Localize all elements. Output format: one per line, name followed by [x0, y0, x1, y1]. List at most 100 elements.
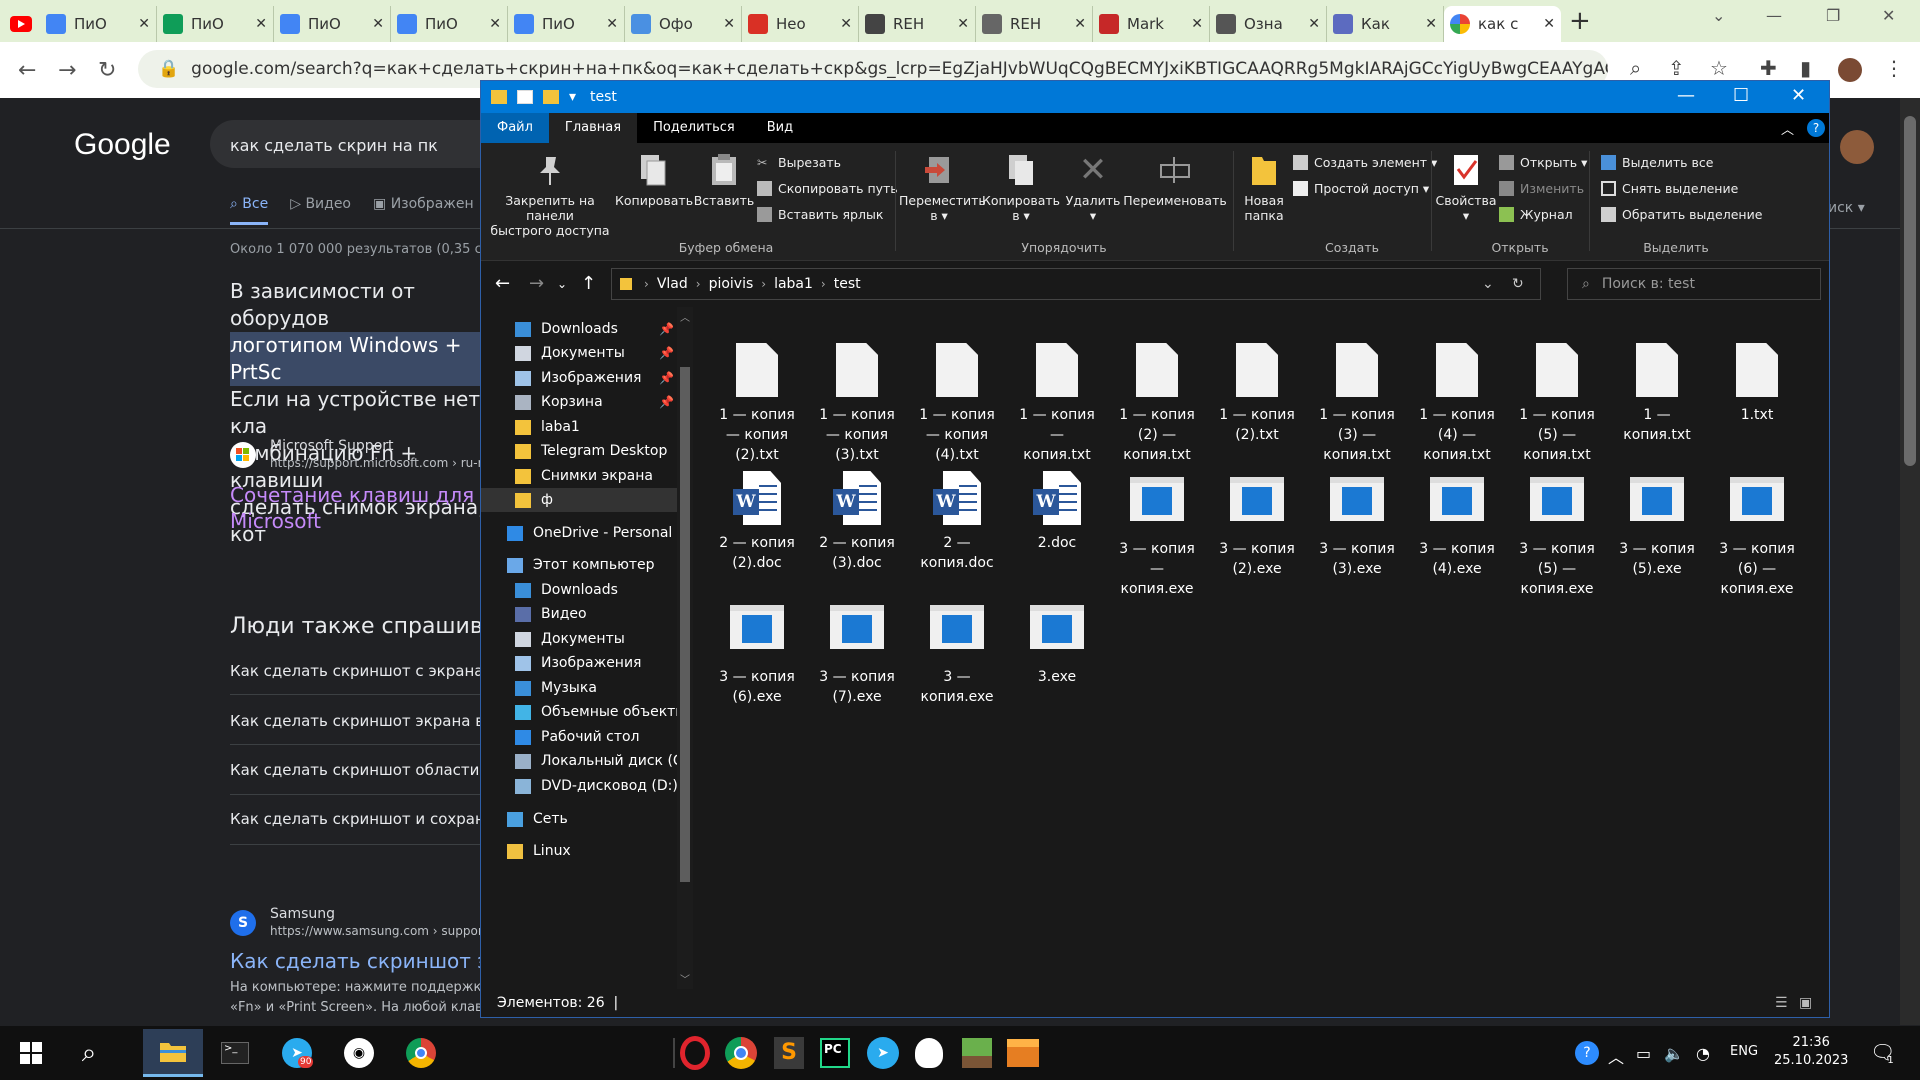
reload-icon[interactable]: ↻: [98, 58, 122, 83]
taskbar-archive[interactable]: [1004, 1034, 1042, 1072]
copy-path-button[interactable]: Скопировать путь: [757, 181, 898, 196]
close-tab-icon[interactable]: ✕: [489, 16, 501, 32]
file-item[interactable]: 3 — копия (2).exe: [1207, 471, 1307, 579]
file-item[interactable]: 3 — копия (5) — копия.exe: [1507, 471, 1607, 599]
zoom-icon[interactable]: ⌕: [1630, 56, 1641, 80]
volume-icon[interactable]: 🔈: [1664, 1044, 1684, 1063]
forward-icon[interactable]: →: [58, 58, 82, 83]
pin-quick-access-button[interactable]: Закрепить на панели быстрого доступа: [487, 153, 613, 238]
taskbar-telegram[interactable]: ➤ 90: [278, 1034, 316, 1072]
pin-icon[interactable]: 📌: [659, 371, 674, 385]
start-button[interactable]: [12, 1034, 50, 1072]
file-item[interactable]: 1.txt: [1707, 343, 1807, 425]
file-item[interactable]: 3 — копия (4).exe: [1407, 471, 1507, 579]
browser-tab[interactable]: REH ✕: [859, 6, 976, 42]
refresh-icon[interactable]: ↻: [1512, 276, 1524, 292]
nav-item[interactable]: Сеть: [481, 807, 677, 831]
tab-video[interactable]: ▷ Видео: [290, 196, 351, 225]
notifications-icon[interactable]: 🗨1: [1870, 1040, 1902, 1066]
easy-access-button[interactable]: Простой доступ ▾: [1293, 181, 1429, 196]
taskbar-pycharm[interactable]: PC: [816, 1034, 854, 1072]
edit-button[interactable]: Изменить: [1499, 181, 1584, 196]
language-indicator[interactable]: ENG: [1730, 1044, 1758, 1059]
file-item[interactable]: 1 — копия (5) — копия.txt: [1507, 343, 1607, 465]
nav-item[interactable]: Снимки экрана: [481, 464, 677, 488]
nav-item[interactable]: Изображения 📌: [481, 366, 677, 390]
file-item[interactable]: W 2.doc: [1007, 471, 1107, 553]
battery-icon[interactable]: ▭: [1636, 1044, 1651, 1063]
maximize-icon[interactable]: ☐: [1733, 85, 1749, 106]
nav-item[interactable]: Локальный диск (C: [481, 749, 677, 773]
nav-item[interactable]: Downloads 📌: [481, 317, 677, 341]
google-logo[interactable]: Google: [74, 128, 171, 162]
forward-icon[interactable]: →: [529, 273, 544, 294]
paa-question-2[interactable]: Как сделать скриншот экрана в W: [230, 712, 490, 730]
file-item[interactable]: W 2 — копия.doc: [907, 471, 1007, 573]
properties-button[interactable]: Свойства ▾: [1435, 153, 1497, 223]
new-tab-button[interactable]: +: [1569, 6, 1591, 36]
google-account-avatar[interactable]: [1840, 130, 1874, 164]
browser-tab[interactable]: Нео ✕: [742, 6, 859, 42]
nav-item[interactable]: Изображения: [481, 651, 677, 675]
nav-item[interactable]: Документы: [481, 627, 677, 651]
tab-view[interactable]: Вид: [751, 113, 809, 143]
lock-icon[interactable]: 🔒: [158, 59, 179, 79]
nav-item[interactable]: Корзина 📌: [481, 390, 677, 414]
search-input[interactable]: ⌕ Поиск в: test: [1567, 268, 1821, 300]
new-item-button[interactable]: Создать элемент ▾: [1293, 155, 1437, 170]
close-tab-icon[interactable]: ✕: [957, 16, 969, 32]
nav-item[interactable]: Объемные объекты: [481, 700, 677, 724]
paa-question-3[interactable]: Как сделать скриншот области в W: [230, 761, 490, 779]
search-icon[interactable]: ⌕: [70, 1034, 108, 1072]
file-item[interactable]: 3 — копия — копия.exe: [1107, 471, 1207, 599]
copy-to-button[interactable]: Копировать в ▾: [981, 153, 1061, 223]
browser-tab[interactable]: Как ✕: [1327, 6, 1444, 42]
select-none-button[interactable]: Снять выделение: [1601, 181, 1738, 196]
taskbar-sublime[interactable]: S: [770, 1034, 808, 1072]
browser-tab[interactable]: ПиО ✕: [157, 6, 274, 42]
path-segment[interactable]: test: [834, 276, 861, 292]
move-to-button[interactable]: Переместить в ▾: [899, 153, 986, 223]
nav-scrollbar[interactable]: ︿ ﹀: [677, 307, 693, 989]
browser-tab[interactable]: ПиО ✕: [40, 6, 157, 42]
path-box[interactable]: › Vlad › pioivis › laba1 › test ⌄ ↻: [611, 268, 1541, 300]
file-item[interactable]: 1 — копия — копия.txt: [1007, 343, 1107, 465]
browser-tab[interactable]: Офо ✕: [625, 6, 742, 42]
clock[interactable]: 21:36 25.10.2023: [1774, 1034, 1848, 1070]
profile-avatar[interactable]: [1838, 58, 1862, 82]
page-scrollbar[interactable]: [1900, 98, 1920, 1025]
tab-images[interactable]: ▣ Изображен: [373, 196, 474, 225]
collapse-ribbon-icon[interactable]: ︿: [1781, 119, 1794, 138]
nav-item[interactable]: Telegram Desktop: [481, 439, 677, 463]
file-item[interactable]: 3 — копия (6).exe: [707, 599, 807, 707]
file-item[interactable]: 1 — копия (2).txt: [1207, 343, 1307, 445]
path-segment[interactable]: Vlad: [657, 276, 688, 292]
close-tab-icon[interactable]: ✕: [606, 16, 618, 32]
file-item[interactable]: 1 — копия (2) — копия.txt: [1107, 343, 1207, 465]
taskbar-github[interactable]: ◉: [340, 1034, 378, 1072]
chevron-down-icon[interactable]: ⌄: [1482, 276, 1494, 292]
source-samsung[interactable]: S Samsung https://www.samsung.com › supp…: [230, 906, 488, 938]
path-segment[interactable]: laba1: [774, 276, 813, 292]
quick-access-dropdown-icon[interactable]: ▾: [569, 89, 576, 105]
close-icon[interactable]: ✕: [1791, 85, 1806, 106]
tab-search-icon[interactable]: ⌄: [1712, 6, 1725, 25]
network-icon[interactable]: ◔: [1696, 1044, 1710, 1063]
file-item[interactable]: W 2 — копия (2).doc: [707, 471, 807, 573]
file-item[interactable]: 1 — копия — копия (2).txt: [707, 343, 807, 465]
history-button[interactable]: Журнал: [1499, 207, 1573, 222]
browser-tab[interactable]: Mark ✕: [1093, 6, 1210, 42]
paste-button[interactable]: Вставить: [691, 153, 757, 208]
restore-icon[interactable]: ❐: [1826, 6, 1840, 25]
tab-all[interactable]: ⌕ Все: [230, 196, 269, 225]
file-item[interactable]: 3.exe: [1007, 599, 1107, 687]
taskbar-chrome-2[interactable]: [722, 1034, 760, 1072]
tab-file[interactable]: Файл: [481, 113, 549, 143]
browser-tab[interactable]: ПиО ✕: [508, 6, 625, 42]
minimize-icon[interactable]: —: [1766, 6, 1782, 25]
explorer-titlebar[interactable]: ▾ test — ☐ ✕: [481, 81, 1829, 113]
extensions-icon[interactable]: ✚: [1760, 56, 1777, 80]
taskbar-chrome[interactable]: [402, 1034, 440, 1072]
tab-home[interactable]: Главная: [548, 113, 638, 143]
taskbar-hollow-knight[interactable]: [910, 1034, 948, 1072]
